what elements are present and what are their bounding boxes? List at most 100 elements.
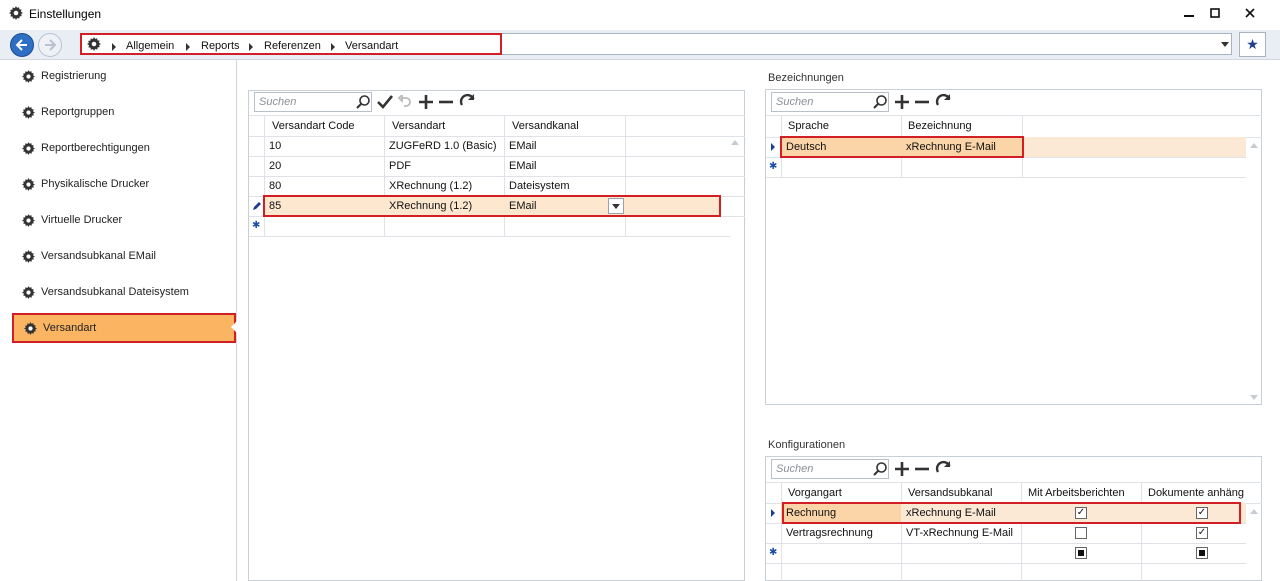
bezeichnungen-search-input[interactable]: Suchen [771,92,889,112]
close-button[interactable] [1236,4,1264,22]
gear-icon [22,249,35,263]
add-button[interactable] [893,92,911,112]
table-cell[interactable]: VT-xRechnung E-Mail [906,527,1013,539]
sidebar-item-label: Physikalische Drucker [41,178,150,190]
minimize-button[interactable] [1175,4,1203,22]
column-header[interactable]: Sprache [788,120,829,132]
search-input[interactable]: Suchen [254,92,372,112]
table-row[interactable] [249,176,730,196]
gear-icon [22,69,35,83]
refresh-button[interactable] [458,92,478,112]
remove-button[interactable] [913,92,931,112]
title-bar: Einstellungen [0,0,1280,28]
scroll-up-icon[interactable] [731,140,739,145]
remove-button[interactable] [913,459,931,479]
arrow-right-icon [45,39,57,51]
remove-button[interactable] [437,92,455,112]
konfigurationen-title: Konfigurationen [768,439,846,451]
add-button[interactable] [893,459,911,479]
grid-line [766,177,1246,178]
sidebar-item-reportberechtigungen[interactable]: Reportberechtigungen [12,133,236,163]
arrow-left-icon [15,39,27,51]
breadcrumb-highlight [80,33,502,55]
table-cell[interactable]: Dateisystem [509,180,570,192]
konfigurationen-search-input[interactable]: Suchen [771,459,889,479]
mit-arbeitsberichten-checkbox[interactable] [1075,547,1087,559]
minus-icon [439,100,453,104]
chevron-down-icon[interactable] [1221,42,1229,47]
undo-button[interactable] [397,92,413,112]
search-icon [873,95,887,109]
gear-icon [9,6,23,20]
back-button[interactable] [10,33,34,57]
refresh-button[interactable] [934,92,954,112]
column-header[interactable]: Vorgangart [788,487,842,499]
minimize-icon [1184,15,1194,17]
search-icon [356,95,370,109]
checkmark-icon [377,95,393,109]
scroll-down-icon[interactable] [1250,395,1258,400]
refresh-button[interactable] [934,459,954,479]
save-button[interactable] [376,92,394,112]
row-pointer-icon [771,509,775,517]
refresh-icon [935,93,951,106]
sidebar-item-versandsubkanal-email[interactable]: Versandsubkanal EMail [12,241,236,271]
sidebar-item-label: Registrierung [41,70,107,82]
column-header[interactable]: Versandkanal [512,120,579,132]
selection-caret-icon [231,321,237,333]
refresh-icon [459,93,475,106]
sidebar-item-virtuelle-drucker[interactable]: Virtuelle Drucker [12,205,236,235]
row-pointer-icon [771,143,775,151]
add-button[interactable] [417,92,435,112]
table-cell[interactable]: EMail [509,160,537,172]
table-cell[interactable]: PDF [389,160,411,172]
table-cell[interactable]: 80 [269,180,281,192]
table-cell[interactable]: XRechnung (1.2) [389,180,472,192]
column-header[interactable]: Mit Arbeitsberichten [1028,487,1125,499]
table-cell[interactable]: EMail [509,140,537,152]
table-row[interactable] [249,156,730,176]
column-header[interactable]: Versandart Code [272,120,355,132]
undo-icon [398,95,411,107]
grid-line [766,115,1262,116]
column-header[interactable]: Bezeichnung [908,120,972,132]
column-header[interactable]: Dokumente anhäng [1148,487,1244,499]
search-placeholder: Suchen [776,96,814,108]
sidebar-item-versandart[interactable]: Versandart [12,313,236,343]
column-header[interactable]: Versandart [392,120,445,132]
column-header[interactable]: Versandsubkanal [908,487,992,499]
sidebar-item-physikalische-drucker[interactable]: Physikalische Drucker [12,169,236,199]
sidebar-item-label: Versandsubkanal Dateisystem [41,286,189,298]
forward-button[interactable] [38,33,62,57]
sidebar-item-reportgruppen[interactable]: Reportgruppen [12,97,236,127]
gear-icon [22,285,35,299]
dokumente-anhaengen-checkbox[interactable]: ✓ [1196,527,1208,539]
maximize-button[interactable] [1201,4,1229,22]
row-highlight [263,195,721,217]
dokumente-anhaengen-checkbox[interactable] [1196,547,1208,559]
row-highlight [780,136,1024,158]
gear-icon [22,105,35,119]
new-row-icon: ✱ [252,220,261,231]
pencil-icon [252,201,262,211]
table-cell[interactable]: ZUGFeRD 1.0 (Basic) [389,140,497,152]
gear-icon [22,177,35,191]
table-cell[interactable]: 20 [269,160,281,172]
grid-line [766,482,1262,483]
mit-arbeitsberichten-checkbox[interactable] [1075,527,1087,539]
gear-icon [22,141,35,155]
scroll-up-icon[interactable] [1250,143,1258,148]
favorite-button[interactable]: ★ [1239,32,1266,57]
sidebar-item-versandsubkanal-dateisystem[interactable]: Versandsubkanal Dateisystem [12,277,236,307]
star-icon: ★ [1246,36,1259,52]
bezeichnungen-title: Bezeichnungen [768,72,844,84]
scroll-up-icon[interactable] [1250,509,1258,514]
grid-line [249,115,745,116]
close-icon [1245,8,1255,18]
table-cell[interactable]: Vertragsrechnung [786,527,873,539]
table-cell[interactable]: 10 [269,140,281,152]
plus-icon [419,95,433,109]
minus-icon [915,100,929,104]
new-row-icon: ✱ [769,547,778,558]
sidebar-item-registrierung[interactable]: Registrierung [12,61,236,91]
